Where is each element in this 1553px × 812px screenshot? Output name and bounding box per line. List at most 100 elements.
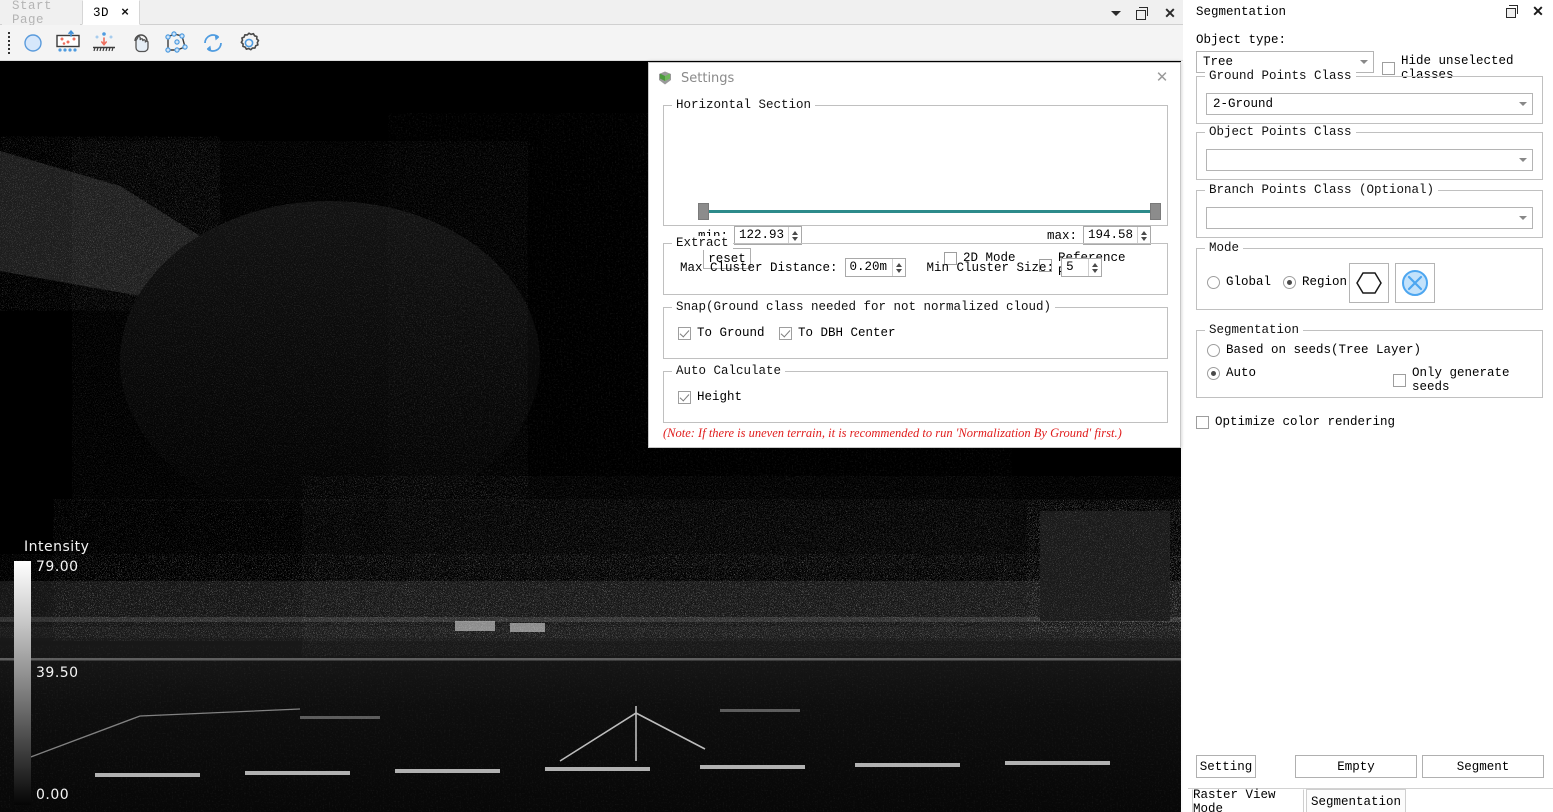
ground-points-class-combobox[interactable]: 2-Ground	[1206, 93, 1533, 115]
object-type-value: Tree	[1203, 55, 1234, 69]
clear-region-x-icon[interactable]	[1395, 263, 1435, 303]
mode-group-title: Mode	[1205, 241, 1244, 255]
auto-calculate-group: Auto Calculate Height	[663, 364, 1168, 423]
object-points-class-title: Object Points Class	[1205, 125, 1356, 139]
mode-group: Mode Global Region	[1196, 241, 1543, 310]
height-checkbox[interactable]	[678, 390, 691, 404]
close-icon[interactable]: ✕	[1163, 6, 1177, 20]
branch-points-class-combobox[interactable]	[1206, 207, 1533, 229]
branch-points-class-group: Branch Points Class (Optional)	[1196, 183, 1543, 238]
segmentation-panel-title: Segmentation	[1196, 5, 1287, 19]
max-spinner-arrows[interactable]	[1137, 227, 1150, 244]
max-cluster-distance-spinner[interactable]: 0.20m	[844, 258, 906, 277]
based-on-seeds-label: Based on seeds(Tree Layer)	[1226, 343, 1422, 357]
chevron-down-icon[interactable]	[1109, 6, 1123, 20]
optimize-color-rendering-label: Optimize color rendering	[1215, 415, 1396, 429]
polygon-select-icon[interactable]	[160, 27, 194, 59]
range-slider-min-handle[interactable]	[698, 203, 709, 220]
restore-icon[interactable]	[1136, 6, 1150, 20]
snap-group-title: Snap(Ground class needed for not normali…	[672, 300, 1056, 314]
tab-segmentation-label: Segmentation	[1310, 794, 1401, 809]
empty-button[interactable]: Empty	[1295, 755, 1417, 778]
object-type-label: Object type:	[1196, 33, 1287, 47]
chevron-down-icon[interactable]	[1355, 52, 1373, 72]
point-cloud-extract-icon[interactable]	[52, 27, 86, 59]
tab-raster-view-mode-label: Raster View Mode	[1193, 787, 1276, 812]
segment-button[interactable]: Segment	[1422, 755, 1544, 778]
height-checkbox-row[interactable]: Height	[678, 390, 742, 404]
auto-calculate-title: Auto Calculate	[672, 364, 786, 378]
branch-points-class-title: Branch Points Class (Optional)	[1205, 183, 1439, 197]
chevron-down-icon[interactable]	[1514, 150, 1532, 170]
segment-button-label: Segment	[1456, 759, 1510, 774]
chevron-down-icon[interactable]	[1514, 94, 1532, 114]
tab-3d-close-icon[interactable]: ×	[118, 5, 132, 19]
object-points-class-group: Object Points Class	[1196, 125, 1543, 180]
object-points-class-combobox[interactable]	[1206, 149, 1533, 171]
snap-group: Snap(Ground class needed for not normali…	[663, 300, 1168, 359]
to-ground-checkbox[interactable]	[678, 326, 691, 340]
empty-button-label: Empty	[1337, 759, 1375, 774]
refresh-icon[interactable]	[196, 27, 230, 59]
max-cluster-distance-label: Max Cluster Distance:	[680, 260, 838, 275]
gear-icon[interactable]	[232, 27, 266, 59]
range-slider-track	[707, 210, 1152, 213]
optimize-color-rendering-row[interactable]: Optimize color rendering	[1196, 415, 1395, 429]
auto-radio[interactable]	[1207, 366, 1220, 380]
segmentation-mode-title: Segmentation	[1205, 323, 1304, 337]
settings-close-icon[interactable]: ✕	[1154, 70, 1170, 86]
toolbar-drag-handle[interactable]	[4, 29, 14, 57]
panel-tab-bar: Raster View Mode Segmentation	[1188, 788, 1553, 812]
settings-dialog-title: Settings	[681, 70, 735, 86]
mode-global-radio-row[interactable]: Global	[1207, 275, 1271, 289]
extract-group: Extract Max Cluster Distance: 0.20m Min …	[663, 236, 1168, 295]
to-ground-label: To Ground	[697, 326, 765, 340]
to-dbh-center-checkbox[interactable]	[779, 326, 792, 340]
panel-close-icon[interactable]: ✕	[1531, 4, 1545, 18]
ground-points-class-value: 2-Ground	[1213, 97, 1274, 111]
tab-raster-view-mode[interactable]: Raster View Mode	[1192, 787, 1304, 812]
auto-radio-row[interactable]: Auto	[1207, 366, 1256, 380]
setting-button-label: Setting	[1199, 759, 1253, 774]
project-to-ground-icon[interactable]	[88, 27, 122, 59]
mode-region-radio[interactable]	[1283, 275, 1296, 289]
to-dbh-center-checkbox-row[interactable]: To DBH Center	[779, 326, 896, 340]
normalization-note: (Note: If there is uneven terrain, it is…	[663, 426, 1122, 440]
range-slider-max-handle[interactable]	[1150, 203, 1161, 220]
settings-dialog-titlebar[interactable]: Settings ✕	[649, 63, 1180, 93]
optimize-color-rendering-checkbox[interactable]	[1196, 415, 1209, 429]
horizontal-section-group: Horizontal Section min: 122.93	[663, 98, 1168, 279]
panel-restore-icon[interactable]	[1506, 4, 1520, 18]
mode-global-radio[interactable]	[1207, 275, 1220, 289]
tab-start-page[interactable]: Start Page	[2, 0, 80, 27]
min-cluster-size-value: 5	[1066, 260, 1074, 274]
horizontal-section-title: Horizontal Section	[672, 98, 816, 112]
min-cluster-size-arrows[interactable]	[1088, 259, 1102, 276]
horizontal-section-range-slider[interactable]	[698, 201, 1161, 223]
max-label: max:	[1046, 228, 1077, 243]
max-cluster-distance-value: 0.20m	[849, 260, 888, 274]
mode-region-radio-row[interactable]: Region	[1283, 275, 1347, 289]
hexagon-region-icon[interactable]	[1349, 263, 1389, 303]
only-generate-seeds-row[interactable]: Only generate seeds	[1393, 366, 1542, 394]
tab-3d-label: 3D	[93, 5, 110, 20]
min-cluster-size-spinner[interactable]: 5	[1061, 258, 1103, 277]
segmentation-mode-group: Segmentation Based on seeds(Tree Layer) …	[1196, 323, 1543, 398]
only-generate-seeds-checkbox[interactable]	[1393, 373, 1406, 387]
pan-hand-icon[interactable]	[124, 27, 158, 59]
min-value-text: 122.93	[739, 228, 785, 242]
mode-global-label: Global	[1226, 275, 1272, 289]
min-spinner-arrows[interactable]	[788, 227, 802, 244]
hide-unselected-classes-checkbox[interactable]	[1382, 61, 1395, 75]
setting-button[interactable]: Setting	[1196, 755, 1256, 778]
based-on-seeds-radio[interactable]	[1207, 343, 1220, 357]
segmentation-panel: Segmentation ✕ Object type: Tree Hide un…	[1188, 0, 1553, 812]
document-tab-bar: Start Page 3D × ✕	[0, 0, 1183, 27]
tab-segmentation[interactable]: Segmentation	[1306, 789, 1406, 812]
window-controls: ✕	[1109, 0, 1177, 25]
to-ground-checkbox-row[interactable]: To Ground	[678, 326, 765, 340]
based-on-seeds-radio-row[interactable]: Based on seeds(Tree Layer)	[1207, 343, 1421, 357]
max-cluster-distance-arrows[interactable]	[891, 259, 905, 276]
chevron-down-icon[interactable]	[1514, 208, 1532, 228]
select-circle-icon[interactable]	[16, 27, 50, 59]
